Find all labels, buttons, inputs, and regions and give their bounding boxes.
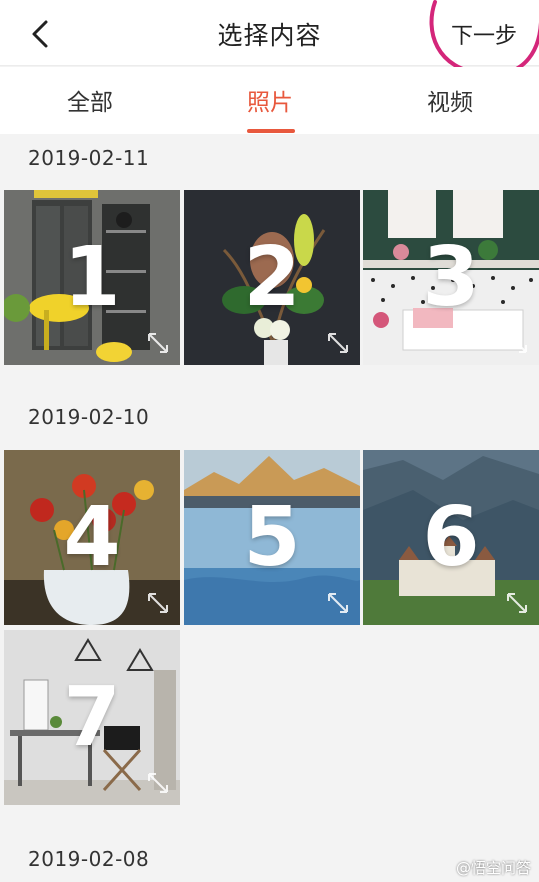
photo-thumbnail-5[interactable]: 5 — [184, 450, 360, 625]
tab-photos[interactable]: 照片 — [247, 83, 293, 117]
header-bar: 选择内容 下一步 — [0, 0, 539, 77]
expand-icon[interactable] — [146, 771, 170, 795]
photo-thumbnail-3[interactable]: 3 — [363, 190, 539, 365]
photo-thumbnail-4[interactable]: 4 — [4, 450, 180, 625]
expand-icon[interactable] — [505, 331, 529, 355]
photo-thumbnail-6[interactable]: 6 — [363, 450, 539, 625]
photo-number: 3 — [422, 230, 480, 325]
photo-thumbnail-2[interactable]: 2 — [184, 190, 360, 365]
photo-thumbnail-7[interactable]: 7 — [4, 630, 180, 805]
tab-all[interactable]: 全部 — [67, 83, 113, 117]
photo-number: 5 — [243, 490, 301, 585]
app-root: 选择内容 下一步 全部 照片 视频 2019-02-11 1 2 3 2019-… — [0, 0, 539, 882]
section-date: 2019-02-11 — [28, 146, 150, 170]
section-date: 2019-02-10 — [28, 405, 150, 429]
next-step-button[interactable]: 下一步 — [451, 18, 517, 50]
expand-icon[interactable] — [146, 591, 170, 615]
content-tabs: 全部 照片 视频 — [0, 67, 539, 134]
active-tab-indicator — [247, 129, 295, 133]
photo-number: 4 — [63, 490, 121, 585]
section-date: 2019-02-08 — [28, 847, 150, 871]
tab-videos[interactable]: 视频 — [427, 83, 473, 117]
photo-thumbnail-1[interactable]: 1 — [4, 190, 180, 365]
expand-icon[interactable] — [326, 331, 350, 355]
photo-number: 1 — [63, 230, 121, 325]
photo-number: 7 — [63, 670, 121, 765]
photo-number: 2 — [243, 230, 301, 325]
expand-icon[interactable] — [505, 591, 529, 615]
photo-number: 6 — [422, 490, 480, 585]
expand-icon[interactable] — [146, 331, 170, 355]
expand-icon[interactable] — [326, 591, 350, 615]
watermark-text: @悟空问答 — [455, 859, 531, 877]
